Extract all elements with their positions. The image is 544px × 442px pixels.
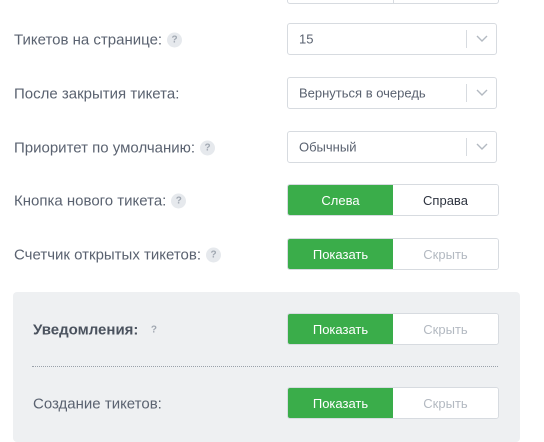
- help-icon[interactable]: ?: [146, 323, 161, 338]
- setting-row-new-ticket-button: Кнопка нового тикета: ? Слева Справа: [0, 184, 544, 218]
- chevron-down-icon: [476, 89, 488, 96]
- toggle-option-show[interactable]: Показать: [288, 388, 393, 418]
- chevron-down-icon: [476, 143, 488, 150]
- setting-row-ticket-creation: Создание тикетов: Показать Скрыть: [13, 387, 520, 421]
- notifications-toggle[interactable]: Показать Скрыть: [287, 313, 499, 345]
- help-icon[interactable]: ?: [200, 140, 216, 156]
- toggle-option-left[interactable]: Слева: [288, 185, 393, 215]
- help-icon[interactable]: ?: [171, 193, 187, 209]
- default-priority-label: Приоритет по умолчанию:: [14, 139, 196, 157]
- tickets-per-page-select[interactable]: 15: [287, 23, 497, 55]
- toggle-option-hide[interactable]: Скрыть: [393, 314, 498, 344]
- notifications-label: Уведомления:: [33, 321, 139, 339]
- notifications-panel: Уведомления: ? Показать Скрыть Создание …: [13, 292, 520, 442]
- toggle-option-show[interactable]: Показать: [288, 239, 393, 269]
- toggle-option-hide[interactable]: Скрыть: [393, 388, 498, 418]
- after-close-label: После закрытия тикета:: [14, 85, 180, 103]
- toggle-option-hide[interactable]: Скрыть: [393, 239, 498, 269]
- setting-row-notifications: Уведомления: ? Показать Скрыть: [13, 313, 520, 347]
- open-ticket-counter-toggle[interactable]: Показать Скрыть: [287, 238, 499, 270]
- tickets-per-page-value: 15: [299, 31, 314, 47]
- setting-row-tickets-per-page: Тикетов на странице: ? 15: [0, 23, 544, 57]
- default-priority-select[interactable]: Обычный: [287, 131, 497, 163]
- chevron-down-icon: [476, 35, 488, 42]
- help-icon[interactable]: ?: [206, 247, 222, 263]
- previous-setting-toggle-partial[interactable]: [287, 0, 499, 4]
- new-ticket-button-toggle[interactable]: Слева Справа: [287, 184, 499, 216]
- setting-row-default-priority: Приоритет по умолчанию: ? Обычный: [0, 131, 544, 165]
- default-priority-value: Обычный: [299, 139, 357, 155]
- open-ticket-counter-label: Счетчик открытых тикетов:: [14, 246, 202, 264]
- after-close-value: Вернуться в очередь: [299, 85, 426, 101]
- after-close-select[interactable]: Вернуться в очередь: [287, 77, 497, 109]
- setting-row-after-close: После закрытия тикета: Вернуться в очере…: [0, 77, 544, 111]
- new-ticket-button-label: Кнопка нового тикета:: [14, 192, 167, 210]
- setting-row-open-ticket-counter: Счетчик открытых тикетов: ? Показать Скр…: [0, 238, 544, 272]
- section-divider: [32, 366, 498, 367]
- ticket-creation-label: Создание тикетов:: [33, 395, 162, 413]
- toggle-option-right[interactable]: Справа: [393, 185, 498, 215]
- ticket-creation-toggle[interactable]: Показать Скрыть: [287, 387, 499, 419]
- help-icon[interactable]: ?: [167, 32, 183, 48]
- toggle-option-show[interactable]: Показать: [288, 314, 393, 344]
- tickets-per-page-label: Тикетов на странице:: [14, 31, 163, 49]
